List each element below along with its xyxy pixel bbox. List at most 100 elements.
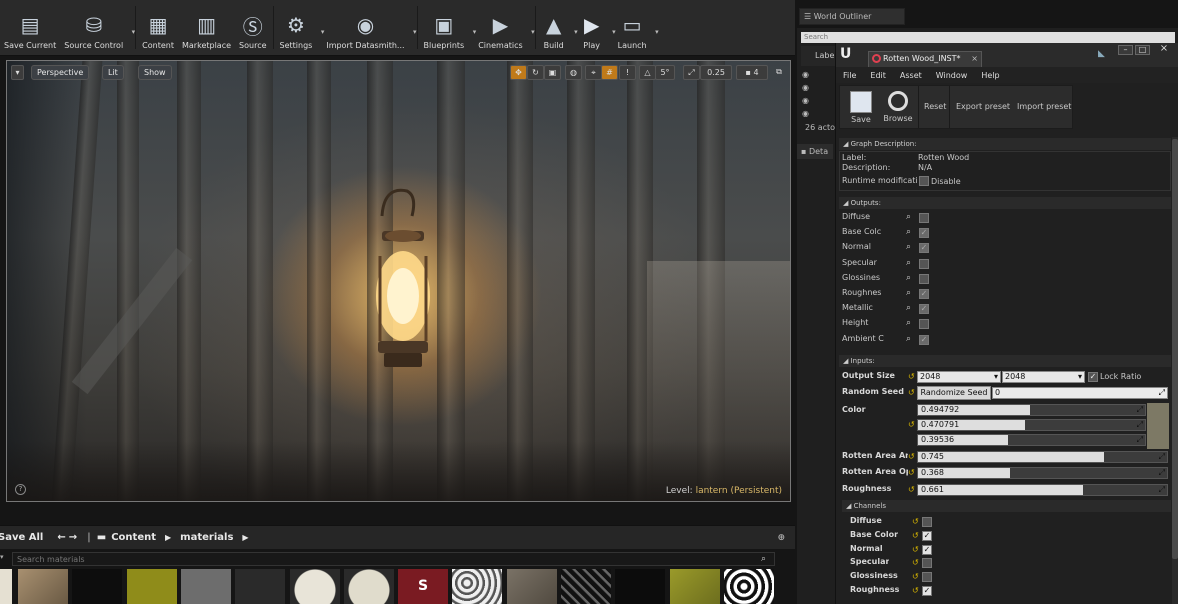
- save-all-button[interactable]: Save All: [0, 532, 43, 543]
- grid-size-button[interactable]: !: [619, 65, 636, 80]
- asset-thumbnail[interactable]: [0, 569, 12, 604]
- reset-arrow-icon[interactable]: ↺: [908, 468, 915, 477]
- roughness-slider[interactable]: 0.661 ⤢: [917, 484, 1168, 496]
- rotten-area-opacity-slider[interactable]: 0.368 ⤢: [917, 467, 1168, 479]
- world-outliner-tab[interactable]: ☰ World Outliner: [799, 8, 905, 25]
- color-channel-slider[interactable]: 0.494792 ⤢: [917, 404, 1146, 416]
- source-control-button[interactable]: ⛁ Source Control ▾: [60, 0, 136, 55]
- output-checkbox[interactable]: ✓: [919, 334, 929, 345]
- reset-arrow-icon[interactable]: ↺: [908, 452, 915, 461]
- lantern-object[interactable]: [362, 176, 440, 376]
- play-button[interactable]: ▶ Play ▾: [576, 0, 615, 55]
- material-search-input[interactable]: [12, 552, 775, 566]
- show-button[interactable]: Show: [138, 65, 172, 80]
- angle-snap-icon[interactable]: △: [639, 65, 656, 80]
- grid-snap-icon[interactable]: #: [601, 65, 618, 80]
- reset-arrow-icon[interactable]: ↺: [908, 372, 915, 381]
- menu-file[interactable]: File: [843, 71, 856, 80]
- rotate-icon[interactable]: ↻: [527, 65, 544, 80]
- reset-arrow-icon[interactable]: ↺: [912, 558, 919, 567]
- magnifier-icon[interactable]: ⌕: [906, 213, 915, 222]
- output-checkbox[interactable]: ✓: [919, 289, 929, 299]
- rotten-area-amount-slider[interactable]: 0.745 ⤢: [917, 451, 1168, 463]
- breadcrumb-materials[interactable]: materials: [180, 532, 233, 543]
- chevron-right-icon[interactable]: ▶: [242, 533, 248, 542]
- translate-icon[interactable]: ✥: [510, 65, 527, 80]
- lock-ratio-checkbox[interactable]: ✓: [1088, 372, 1098, 382]
- random-seed-input[interactable]: 0 ⤢: [992, 387, 1168, 399]
- angle-size-button[interactable]: 5°: [655, 65, 675, 80]
- chevron-down-icon[interactable]: ▾: [531, 28, 535, 36]
- reset-arrow-icon[interactable]: ↺: [908, 420, 915, 429]
- chevron-down-icon[interactable]: ▾: [132, 28, 136, 36]
- magnifier-icon[interactable]: ⌕: [906, 319, 915, 328]
- output-size-y-select[interactable]: 2048 ▾: [1002, 371, 1085, 383]
- save-button[interactable]: Save: [848, 89, 874, 127]
- color-channel-slider[interactable]: 0.470791 ⤢: [917, 419, 1146, 431]
- help-icon[interactable]: ?: [15, 484, 26, 495]
- channel-checkbox[interactable]: ✓: [922, 586, 932, 596]
- asset-thumbnail[interactable]: [615, 569, 665, 604]
- surface-snap-icon[interactable]: ⌖: [585, 65, 602, 80]
- output-checkbox[interactable]: ✓: [919, 304, 929, 315]
- magnifier-icon[interactable]: ⌕: [906, 334, 915, 344]
- lock-icon[interactable]: ⊕: [777, 533, 785, 543]
- asset-thumbnail[interactable]: [344, 569, 394, 604]
- launch-button[interactable]: ▭ Launch ▾: [614, 0, 659, 55]
- cinematics-button[interactable]: ▶ Cinematics ▾: [474, 0, 535, 55]
- output-checkbox[interactable]: [919, 213, 929, 223]
- reset-arrow-icon[interactable]: ↺: [912, 586, 919, 595]
- magnifier-icon[interactable]: ⌕: [906, 289, 915, 298]
- camera-icon[interactable]: ▪ 4: [736, 65, 768, 80]
- output-checkbox[interactable]: ✓: [919, 243, 929, 254]
- chevron-right-icon[interactable]: ▶: [165, 533, 171, 542]
- output-size-x-select[interactable]: 2048 ▾: [917, 371, 1001, 383]
- details-tab[interactable]: ▪ Deta: [797, 144, 833, 159]
- marketplace-button[interactable]: ▥ Marketplace: [178, 0, 235, 55]
- lit-button[interactable]: Lit: [102, 65, 124, 80]
- channel-checkbox[interactable]: [922, 517, 932, 527]
- chevron-down-icon[interactable]: ▾: [413, 28, 417, 36]
- asset-thumbnail[interactable]: [127, 569, 177, 604]
- export-preset-button[interactable]: Export preset: [956, 102, 1010, 111]
- channel-checkbox[interactable]: [922, 572, 932, 583]
- outputs-header[interactable]: ◢ Outputs:: [839, 197, 1171, 209]
- asset-thumbnail[interactable]: [181, 569, 231, 604]
- output-checkbox[interactable]: [919, 258, 929, 269]
- scrollbar-thumb[interactable]: [1172, 139, 1178, 559]
- back-arrow-icon[interactable]: ←: [57, 532, 65, 543]
- asset-thumbnail[interactable]: [72, 569, 122, 604]
- menu-window[interactable]: Window: [936, 71, 968, 80]
- world-local-icon[interactable]: ◍: [565, 65, 582, 80]
- magnifier-icon[interactable]: ⌕: [906, 258, 915, 268]
- output-checkbox[interactable]: ✓: [919, 228, 929, 239]
- channel-checkbox[interactable]: ✓: [922, 544, 932, 555]
- browse-button[interactable]: Browse: [882, 89, 914, 127]
- asset-thumbnail[interactable]: [561, 569, 611, 604]
- reset-arrow-icon[interactable]: ↺: [912, 545, 919, 554]
- content-button[interactable]: ▦ Content: [138, 0, 178, 55]
- maximize-icon[interactable]: □: [1135, 45, 1150, 55]
- source-button[interactable]: Ⓢ Source: [235, 0, 270, 55]
- build-button[interactable]: ▲ Build ▾: [538, 0, 578, 55]
- level-viewport[interactable]: ▾ Perspective Lit Show ✥ ↻ ▣ ◍ ⌖ # ! △ 5…: [6, 60, 791, 502]
- asset-thumbnail[interactable]: [235, 569, 285, 604]
- channel-checkbox[interactable]: ✓: [922, 530, 932, 541]
- menu-asset[interactable]: Asset: [900, 71, 922, 80]
- reset-arrow-icon[interactable]: ↺: [912, 517, 919, 526]
- inputs-header[interactable]: ◢ Inputs:: [839, 355, 1171, 367]
- visibility-eye-icons[interactable]: ◉ ◉ ◉ ◉: [802, 68, 814, 128]
- magnifier-icon[interactable]: ⌕: [906, 243, 915, 252]
- close-window-icon[interactable]: ×: [1154, 43, 1174, 55]
- runtime-disable-checkbox[interactable]: [919, 176, 929, 186]
- breadcrumb-content[interactable]: Content: [111, 532, 156, 543]
- outliner-search-input[interactable]: Search: [801, 32, 1175, 43]
- asset-thumbnail[interactable]: [670, 569, 720, 604]
- import-preset-button[interactable]: Import preset: [1017, 102, 1071, 111]
- asset-thumbnail[interactable]: [507, 569, 557, 604]
- asset-thumbnail[interactable]: [452, 569, 502, 604]
- asset-thumbnail[interactable]: [290, 569, 340, 604]
- channel-checkbox[interactable]: [922, 558, 932, 569]
- asset-thumbnail[interactable]: [724, 569, 774, 604]
- menu-help[interactable]: Help: [981, 71, 999, 80]
